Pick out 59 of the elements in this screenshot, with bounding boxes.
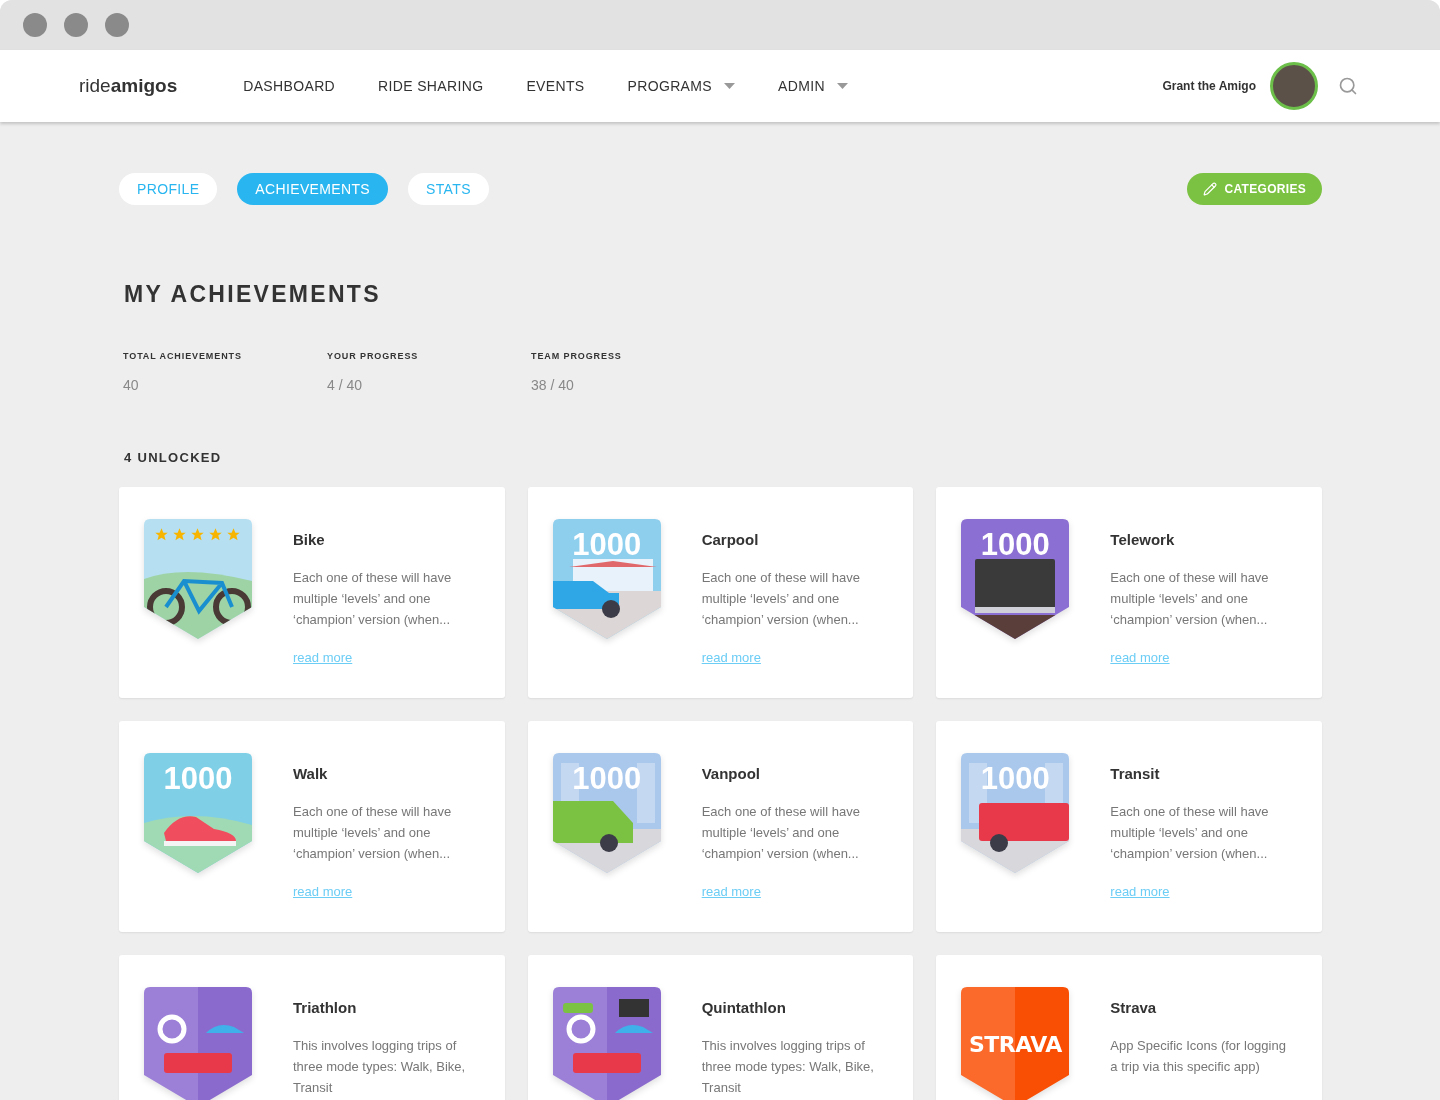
achievement-card[interactable]: 1000 Telework Each one of these will have multiple ‘levels’ and one ‘champion’ version (when... read more — [936, 486, 1322, 698]
achievement-description: Each one of these will have multiple ‘levels’ and one ‘champion’ version (when... — [293, 569, 453, 629]
star-icon — [190, 526, 205, 542]
badge-label: 1000 — [162, 762, 234, 794]
achievement-description: Each one of these will have multiple ‘levels’ and one ‘champion’ version (when... — [293, 803, 453, 863]
achievement-title: Triathlon — [293, 997, 358, 1018]
achievement-description: Each one of these will have multiple ‘levels’ and one ‘champion’ version (when... — [701, 803, 861, 863]
nav-link[interactable]: DASHBOARD — [243, 75, 336, 97]
search-icon[interactable] — [1338, 76, 1358, 96]
achievement-card[interactable]: Triathlon This involves logging trips of three mode types: Walk, Bike, Transit — [119, 954, 505, 1100]
badge-label: STRAVA — [968, 1033, 1063, 1056]
stat-label: YOUR PROGRESS — [327, 349, 420, 363]
nav-link[interactable]: PROGRAMS — [627, 75, 735, 97]
achievement-card[interactable]: STRAVA Strava App Specific Icons (for logging a trip via this specific app) — [936, 954, 1322, 1100]
brand-logo[interactable]: rideamigos — [79, 71, 178, 101]
achievement-description: This involves logging trips of three mode types: Walk, Bike, Transit — [701, 1037, 875, 1097]
achievement-title: Vanpool — [701, 763, 761, 784]
window-control-icon[interactable] — [23, 13, 47, 37]
star-icon — [172, 526, 187, 542]
window-control-icon[interactable] — [105, 13, 129, 37]
achievement-card[interactable]: Bike Each one of these will have multiple ‘levels’ and one ‘champion’ version (when... read more — [119, 486, 505, 698]
achievement-title: Quintathlon — [701, 997, 787, 1018]
achievement-description: Each one of these will have multiple ‘levels’ and one ‘champion’ version (when... — [701, 569, 861, 629]
achievement-description: Each one of these will have multiple ‘levels’ and one ‘champion’ version (when... — [1110, 803, 1270, 863]
achievement-description: This involves logging trips of three mode types: Walk, Bike, Transit — [293, 1037, 467, 1097]
stat-label: TEAM PROGRESS — [531, 349, 623, 363]
page-heading: MY ACHIEVEMENTS — [124, 280, 382, 309]
achievement-description: Each one of these will have multiple ‘levels’ and one ‘champion’ version (when... — [1110, 569, 1270, 629]
pencil-icon — [1202, 182, 1217, 196]
star-icon — [208, 526, 223, 542]
window-control-icon[interactable] — [64, 13, 88, 37]
badge-label: 1000 — [979, 528, 1051, 560]
badge-label: 1000 — [571, 762, 643, 794]
stat-value: 40 — [123, 376, 140, 395]
achievement-card[interactable]: Quintathlon This involves logging trips of three mode types: Walk, Bike, Transit — [527, 954, 914, 1100]
achievement-title: Strava — [1110, 997, 1158, 1018]
achievement-card[interactable]: 1000 Transit Each one of these will have multiple ‘levels’ and one ‘champion’ version (when... read more — [936, 720, 1322, 932]
achievement-title: Transit — [1110, 763, 1161, 784]
stat-value: 4 / 40 — [327, 376, 364, 395]
stat-label: TOTAL ACHIEVEMENTS — [123, 349, 243, 363]
achievement-title: Telework — [1110, 529, 1176, 550]
badge-label: 1000 — [979, 762, 1051, 794]
star-icon — [226, 526, 241, 542]
achievement-title: Bike — [293, 529, 326, 550]
user-name[interactable]: Grant the Amigo — [1162, 77, 1256, 95]
achievement-card[interactable]: 1000 Vanpool Each one of these will have multiple ‘levels’ and one ‘champion’ version (when... read more — [527, 720, 914, 932]
achievement-description: App Specific Icons (for logging a trip via this specific app) — [1110, 1037, 1287, 1076]
section-heading: 4 UNLOCKED — [124, 449, 223, 467]
nav-link[interactable]: ADMIN — [778, 75, 848, 97]
achievement-title: Walk — [293, 763, 329, 784]
achievement-card[interactable]: 1000 Walk Each one of these will have multiple ‘levels’ and one ‘champion’ version (when... read more — [119, 720, 505, 932]
badge-label: 1000 — [571, 528, 643, 560]
stat-value: 38 / 40 — [531, 376, 575, 395]
achievement-card[interactable]: 1000 Carpool Each one of these will have multiple ‘levels’ and one ‘champion’ version (when... read more — [527, 486, 914, 698]
achievement-title: Carpool — [701, 529, 760, 550]
star-icon — [154, 526, 169, 542]
nav-link[interactable]: RIDE SHARING — [378, 75, 484, 97]
avatar[interactable] — [1270, 62, 1318, 110]
nav-link[interactable]: EVENTS — [526, 75, 585, 97]
